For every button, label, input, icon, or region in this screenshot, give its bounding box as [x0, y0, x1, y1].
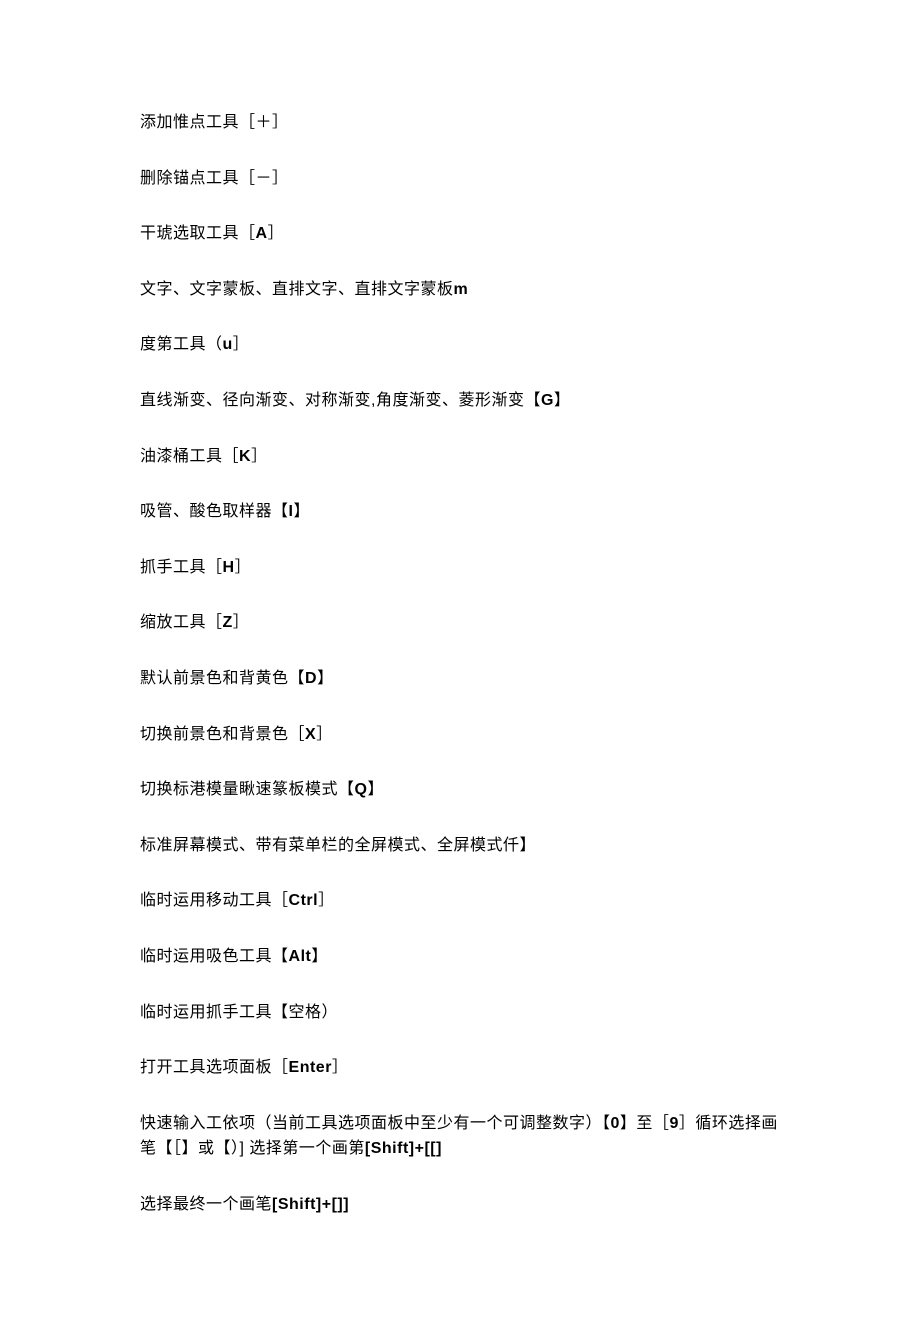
shortcut-key: G: [541, 392, 554, 409]
shortcut-line: 打开工具选项面板［Enter］: [140, 1055, 780, 1081]
shortcut-line: 缩放工具［Z］: [140, 610, 780, 636]
line-suffix: ］: [316, 726, 333, 743]
line-suffix: 】: [317, 670, 334, 687]
shortcut-key: 0: [611, 1115, 620, 1132]
line-text: 删除锚点工具［－］: [140, 170, 289, 187]
line-suffix: 】至［: [620, 1115, 670, 1132]
shortcut-key: m: [454, 281, 469, 298]
shortcut-line: 油漆桶工具［K］: [140, 444, 780, 470]
line-suffix: 】: [554, 392, 571, 409]
line-text: 标准屏幕模式、带有菜单栏的全屏模式、全屏模式仟】: [140, 837, 536, 854]
shortcut-key: H: [223, 559, 235, 576]
shortcut-key: Enter: [289, 1059, 332, 1076]
line-suffix: ］: [233, 614, 250, 631]
shortcut-line: 临时运用吸色工具【Alt】: [140, 944, 780, 970]
line-text: 选择最终一个画笔: [140, 1196, 272, 1213]
shortcut-line: 切换前景色和背景色［X］: [140, 722, 780, 748]
shortcut-key: [Shift]+[[]: [365, 1140, 442, 1157]
shortcut-key: [Shift]+[]]: [272, 1196, 349, 1213]
shortcut-key: Alt: [289, 948, 312, 965]
shortcut-key: 9: [669, 1115, 678, 1132]
line-text: 缩放工具［: [140, 614, 223, 631]
line-text: 切换前景色和背景色［: [140, 726, 305, 743]
shortcut-line: 默认前景色和背黄色【D】: [140, 666, 780, 692]
line-text: 临时运用移动工具［: [140, 892, 289, 909]
shortcut-line: 删除锚点工具［－］: [140, 166, 780, 192]
line-text: 打开工具选项面板［: [140, 1059, 289, 1076]
line-text: 直线渐变、径向渐变、对称渐变,角度渐变、菱形渐变【: [140, 392, 541, 409]
line-suffix: ］: [268, 225, 285, 242]
shortcut-line: 临时运用移动工具［Ctrl］: [140, 888, 780, 914]
line-text: 添加惟点工具［＋］: [140, 114, 289, 131]
line-text: 度第工具（: [140, 336, 223, 353]
line-suffix: ］: [235, 559, 252, 576]
line-text: 文字、文字蒙板、直排文字、直排文字蒙板: [140, 281, 454, 298]
shortcut-line: 选择最终一个画笔[Shift]+[]]: [140, 1192, 780, 1218]
document-content: 添加惟点工具［＋］ 删除锚点工具［－］ 干琥选取工具［A］ 文字、文字蒙板、直排…: [140, 110, 780, 1217]
line-text: 临时运用吸色工具【: [140, 948, 289, 965]
line-suffix: 】: [367, 781, 384, 798]
shortcut-line: 抓手工具［H］: [140, 555, 780, 581]
line-text: 吸管、酸色取样器【: [140, 503, 289, 520]
shortcut-key: Z: [223, 614, 233, 631]
shortcut-line: 度第工具（u］: [140, 332, 780, 358]
line-suffix: 】: [293, 503, 310, 520]
shortcut-key: A: [256, 225, 268, 242]
line-text: 默认前景色和背黄色【: [140, 670, 305, 687]
shortcut-line: 吸管、酸色取样器【I】: [140, 499, 780, 525]
shortcut-line: 临时运用抓手工具【空格）: [140, 1000, 780, 1026]
line-text: 干琥选取工具［: [140, 225, 256, 242]
line-text: 油漆桶工具［: [140, 448, 239, 465]
line-suffix: ］: [332, 1059, 349, 1076]
line-text: 快速输入工依项（当前工具选项面板中至少有一个可调整数字）【: [140, 1115, 611, 1132]
shortcut-line: 添加惟点工具［＋］: [140, 110, 780, 136]
shortcut-key: Q: [355, 781, 368, 798]
line-text: 抓手工具［: [140, 559, 223, 576]
shortcut-key: X: [305, 726, 316, 743]
shortcut-line: 标准屏幕模式、带有菜单栏的全屏模式、全屏模式仟】: [140, 833, 780, 859]
shortcut-key: K: [239, 448, 251, 465]
line-suffix: ］: [318, 892, 335, 909]
shortcut-line: 切换标港模量瞅速篆板模式【Q】: [140, 777, 780, 803]
line-suffix: ］: [233, 336, 250, 353]
line-text: 临时运用抓手工具【空格）: [140, 1004, 338, 1021]
shortcut-line: 文字、文字蒙板、直排文字、直排文字蒙板m: [140, 277, 780, 303]
shortcut-line: 快速输入工依项（当前工具选项面板中至少有一个可调整数字）【0】至［9］循环选择画…: [140, 1111, 780, 1162]
line-suffix: ］: [251, 448, 268, 465]
shortcut-key: Ctrl: [289, 892, 319, 909]
shortcut-key: D: [305, 670, 317, 687]
line-text: 切换标港模量瞅速篆板模式【: [140, 781, 355, 798]
shortcut-key: u: [223, 336, 233, 353]
line-suffix: 】: [311, 948, 328, 965]
shortcut-line: 直线渐变、径向渐变、对称渐变,角度渐变、菱形渐变【G】: [140, 388, 780, 414]
shortcut-line: 干琥选取工具［A］: [140, 221, 780, 247]
